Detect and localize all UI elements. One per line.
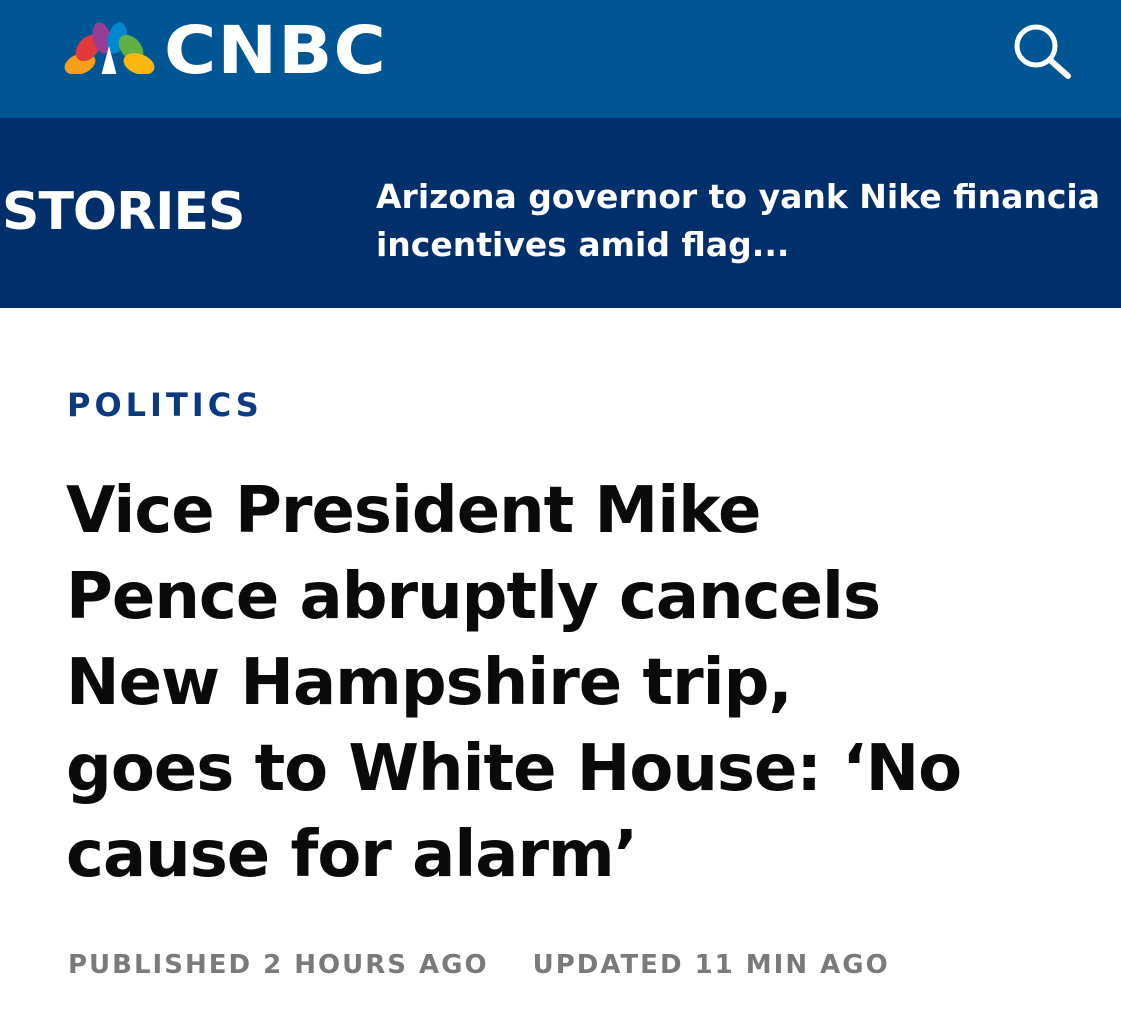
cnbc-logo[interactable]: CNBC bbox=[60, 18, 386, 84]
section-link-politics[interactable]: POLITICS bbox=[67, 386, 263, 424]
search-button[interactable] bbox=[1006, 20, 1078, 82]
article-timestamps: PUBLISHED 2 HOURS AGO UPDATED 11 MIN AGO bbox=[68, 948, 890, 982]
nbc-peacock-icon bbox=[64, 22, 155, 82]
search-icon bbox=[1014, 24, 1071, 79]
headline-line-1: Vice President Mike bbox=[66, 474, 761, 548]
trending-story-line-2: incentives amid flag... bbox=[376, 225, 790, 264]
published-time: PUBLISHED 2 HOURS AGO bbox=[68, 950, 489, 980]
updated-time: UPDATED 11 MIN AGO bbox=[532, 950, 890, 980]
headline-line-3: New Hampshire trip, bbox=[66, 646, 793, 720]
trending-story-link[interactable]: Arizona governor to yank Nike financia i… bbox=[376, 173, 1121, 269]
stories-label: STORIES bbox=[2, 182, 245, 242]
headline-line-2: Pence abruptly cancels bbox=[66, 560, 881, 634]
trending-stories-bar: STORIES Arizona governor to yank Nike fi… bbox=[0, 118, 1121, 308]
trending-story-line-1: Arizona governor to yank Nike financia bbox=[376, 177, 1101, 216]
headline-line-5: cause for alarm’ bbox=[66, 818, 638, 892]
article-headline: Vice President Mike Pence abruptly cance… bbox=[66, 468, 1106, 898]
headline-line-4: goes to White House: ‘No bbox=[66, 732, 962, 806]
logo-wordmark: CNBC bbox=[164, 12, 387, 89]
top-bar: CNBC bbox=[0, 0, 1121, 118]
